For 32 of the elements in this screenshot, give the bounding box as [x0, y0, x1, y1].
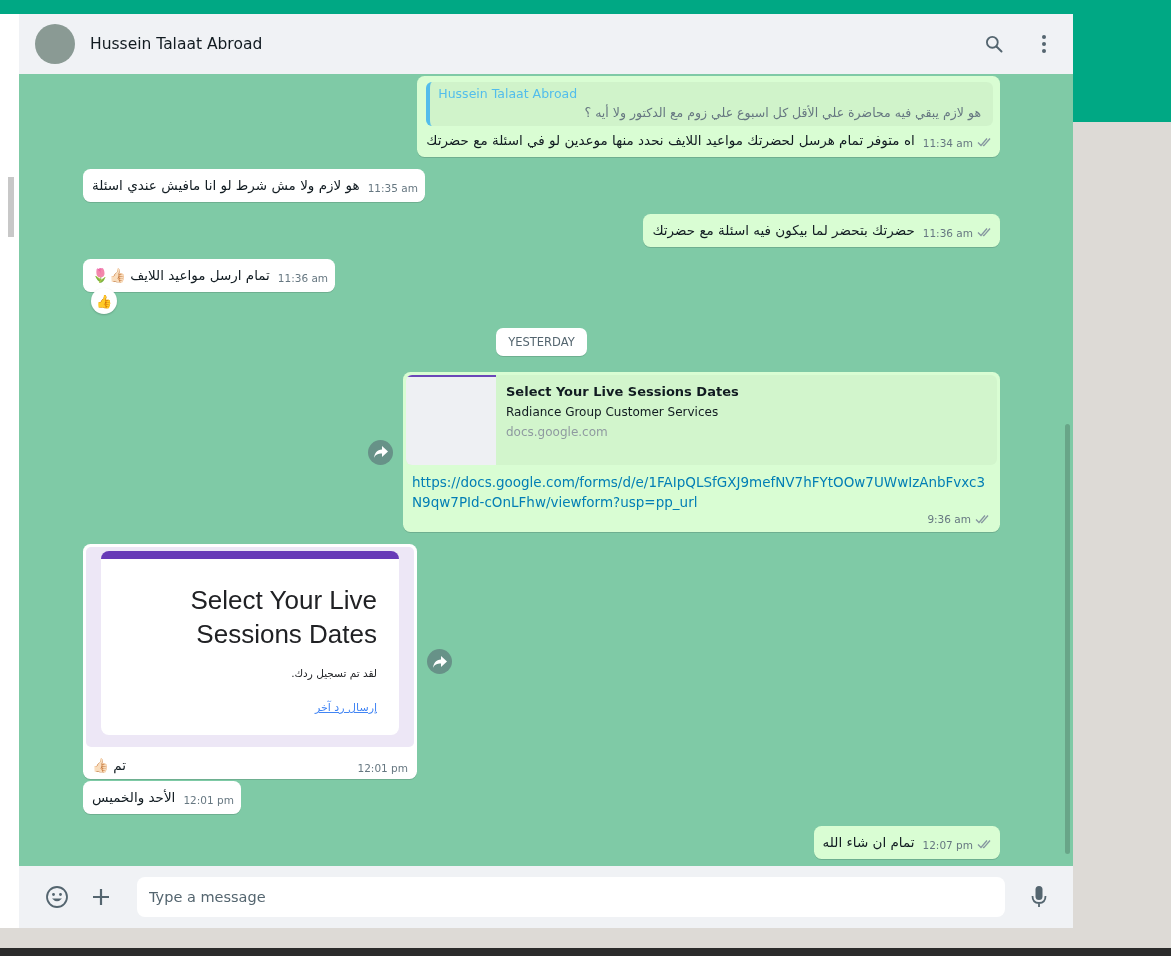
- message-time: 12:01 pm: [183, 793, 234, 807]
- message-time: 12:07 pm: [922, 838, 973, 852]
- preview-title: Select Your Live Sessions Dates: [506, 384, 739, 399]
- avatar[interactable]: [35, 24, 75, 64]
- link-preview[interactable]: Select Your Live Sessions Dates Radiance Group Customer Services docs.google.com: [406, 375, 997, 465]
- forward-icon[interactable]: [427, 649, 452, 674]
- form-confirmation-text: لقد تم تسجيل ردك.: [291, 667, 377, 679]
- message-text: تمام ارسل مواعيد اللايف 👍🏻🌷: [92, 266, 270, 285]
- message-text: تمام ان شاء الله: [822, 833, 915, 852]
- quote-author: Hussein Talaat Abroad: [438, 86, 579, 101]
- message-link[interactable]: https://docs.google.com/forms/d/e/1FAIpQLSfGXJ9mefNV7hFYtOOw7UWwIzAnbFvxc3N9qw7PId-cOnLFhw/viewform?usp=pp_url: [412, 472, 991, 512]
- message-text: الأحد والخميس: [92, 788, 176, 807]
- message-time: 11:34 am: [922, 136, 973, 150]
- form-link: إرسال رد آخر: [314, 701, 377, 714]
- message-time: 9:36 am: [927, 512, 971, 526]
- message-time: 11:35 am: [367, 181, 418, 195]
- forward-icon[interactable]: [368, 439, 393, 465]
- scrollbar[interactable]: [1065, 424, 1070, 854]
- message-text: تم 👍🏻: [92, 756, 127, 775]
- message-time: 11:36 am: [922, 226, 973, 240]
- form-title: Select Your Live Sessions Dates: [189, 584, 377, 651]
- message-text: حضرتك بتحضر لما بيكون فيه اسئلة مع حضرتك: [652, 221, 915, 240]
- preview-domain: docs.google.com: [506, 425, 609, 439]
- message-text: اه متوفر تمام هرسل لحضرتك مواعيد اللايف نحدد منها موعدين لو في اسئلة مع حضرتك: [426, 131, 915, 150]
- message-time: 12:01 pm: [357, 761, 408, 775]
- scrollbar[interactable]: [8, 177, 14, 237]
- message-time: 11:36 am: [277, 271, 329, 285]
- contact-name[interactable]: Hussein Talaat Abroad: [90, 35, 263, 53]
- preview-description: Radiance Group Customer Services: [506, 405, 720, 419]
- message-text: هو لازم ولا مش شرط لو انا مافيش عندي اسئلة: [92, 176, 360, 195]
- message-input[interactable]: Type a message: [137, 877, 1005, 917]
- quote-text: هو لازم يبقي فيه محاضرة علي الأقل كل اسبوع علي زوم مع الدكتور ولا أيه ؟: [583, 105, 981, 120]
